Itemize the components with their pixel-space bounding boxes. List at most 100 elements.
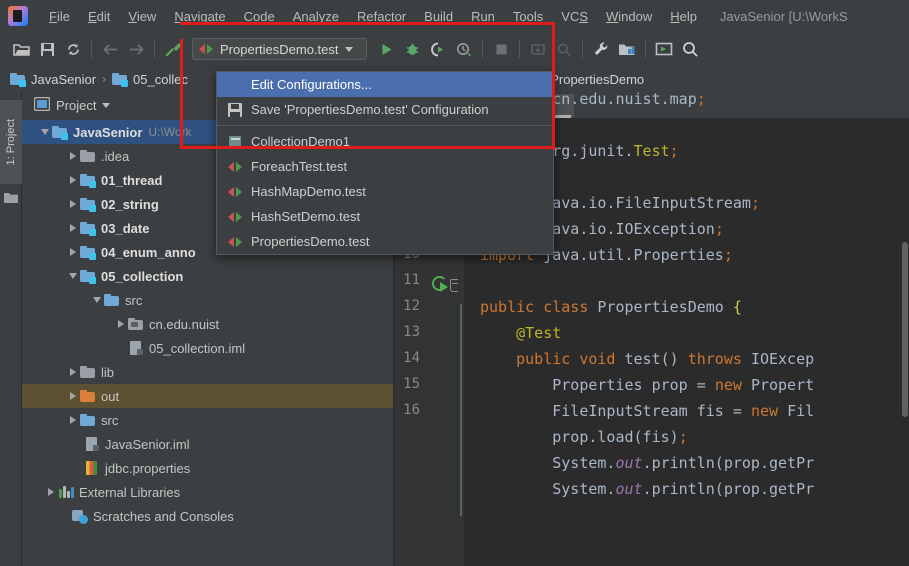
iml-file-icon	[84, 436, 100, 452]
sync-icon[interactable]	[60, 36, 86, 62]
open-folder-icon[interactable]	[8, 36, 34, 62]
menu-item-save-configuration[interactable]: Save 'PropertiesDemo.test' Configuration	[217, 97, 553, 122]
twisty-right-icon[interactable]	[66, 168, 80, 192]
search-everywhere-icon[interactable]	[677, 36, 703, 62]
update-project-icon[interactable]	[525, 36, 551, 62]
twisty-down-icon[interactable]	[38, 120, 52, 144]
tree-node-path: U:\Work	[148, 125, 192, 139]
select-in-icon[interactable]	[651, 36, 677, 62]
run-icon[interactable]	[373, 36, 399, 62]
toolbar-separator	[91, 40, 92, 58]
menu-tools[interactable]: Tools	[504, 6, 552, 27]
run-method-gutter-icon[interactable]	[432, 276, 448, 292]
toolbar-separator-3	[482, 40, 483, 58]
tree-node-package-cn-edu-nuist[interactable]: cn.edu.nuist	[22, 312, 393, 336]
twisty-right-icon[interactable]	[66, 408, 80, 432]
twisty-right-icon[interactable]	[66, 240, 80, 264]
tree-label: JavaSenior.iml	[105, 436, 190, 452]
menu-view[interactable]: View	[119, 6, 165, 27]
menu-item-edit-configurations[interactable]: Edit Configurations...	[217, 72, 553, 97]
debug-icon[interactable]	[399, 36, 425, 62]
twisty-right-icon[interactable]	[66, 144, 80, 168]
project-view-icon	[34, 97, 50, 113]
scratches-icon	[72, 508, 88, 524]
stop-icon[interactable]	[488, 36, 514, 62]
tree-node-05-collection[interactable]: 05_collection	[22, 264, 393, 288]
tree-node-scratches-and-consoles[interactable]: Scratches and Consoles	[22, 504, 393, 528]
menu-item-hashmapdemo-test[interactable]: HashMapDemo.test	[217, 179, 553, 204]
menu-item-foreachtest-test[interactable]: ForeachTest.test	[217, 154, 553, 179]
menu-item-label: HashMapDemo.test	[251, 184, 366, 199]
navigate-back-icon[interactable]	[97, 36, 123, 62]
excluded-folder-icon	[80, 388, 96, 404]
menu-vcs[interactable]: VCS	[552, 6, 597, 27]
project-structure-icon[interactable]	[614, 36, 640, 62]
tree-label: 05_collection	[101, 268, 184, 284]
line-number: 13	[403, 324, 420, 340]
tree-label: External Libraries	[79, 484, 181, 500]
line-number: 15	[403, 376, 420, 392]
run-with-coverage-icon[interactable]	[425, 36, 451, 62]
menu-analyze[interactable]: Analyze	[284, 6, 348, 27]
save-all-icon[interactable]	[34, 36, 60, 62]
tree-node-javasenior-iml[interactable]: JavaSenior.iml	[22, 432, 393, 456]
twisty-down-icon[interactable]	[66, 264, 80, 288]
tree-node-05-collection-iml[interactable]: 05_collection.iml	[22, 336, 393, 360]
tree-node-out[interactable]: out	[22, 384, 393, 408]
tree-node-jdbc-properties[interactable]: jdbc.properties	[22, 456, 393, 480]
spacer-icon	[227, 77, 243, 93]
menu-navigate[interactable]: Navigate	[165, 6, 234, 27]
breadcrumb-label: PropertiesDemo	[550, 71, 645, 87]
editor-vertical-scrollbar[interactable]	[902, 242, 908, 417]
menu-bar: File Edit View Navigate Code Analyze Ref…	[0, 0, 909, 32]
twisty-right-icon[interactable]	[44, 480, 58, 504]
menu-edit[interactable]: Edit	[79, 6, 119, 27]
breadcrumb-item-05-collection[interactable]: 05_collec	[112, 71, 188, 87]
tool-window-tab-project[interactable]: 1: Project	[0, 100, 22, 184]
menu-file[interactable]: File	[40, 6, 79, 27]
twisty-down-icon[interactable]	[90, 288, 104, 312]
tree-node-src-05[interactable]: src	[22, 288, 393, 312]
save-icon	[227, 102, 243, 118]
tree-label: lib	[101, 364, 115, 380]
junit-icon	[227, 209, 243, 225]
navigate-forward-icon[interactable]	[123, 36, 149, 62]
menu-code[interactable]: Code	[235, 6, 284, 27]
menu-item-hashsetdemo-test[interactable]: HashSetDemo.test	[217, 204, 553, 229]
tree-node-lib[interactable]: lib	[22, 360, 393, 384]
tree-node-src-root[interactable]: src	[22, 408, 393, 432]
build-hammer-icon[interactable]	[160, 36, 186, 62]
folder-icon[interactable]	[4, 192, 18, 204]
breadcrumb-label: JavaSenior	[31, 71, 97, 87]
chevron-down-icon[interactable]	[344, 46, 353, 52]
breadcrumb-item-javasenior[interactable]: JavaSenior	[10, 71, 96, 87]
twisty-right-icon[interactable]	[66, 360, 80, 384]
tree-label: 05_collection.iml	[149, 340, 246, 356]
twisty-right-icon[interactable]	[66, 384, 80, 408]
menu-build[interactable]: Build	[415, 6, 462, 27]
run-configuration-selector[interactable]: PropertiesDemo.test	[192, 38, 367, 60]
tree-node-external-libraries[interactable]: External Libraries	[22, 480, 393, 504]
menu-refactor[interactable]: Refactor	[348, 6, 415, 27]
profile-icon[interactable]	[451, 36, 477, 62]
commit-icon[interactable]	[551, 36, 577, 62]
module-folder-icon	[112, 71, 129, 87]
twisty-right-icon[interactable]	[114, 312, 128, 336]
menu-help[interactable]: Help	[661, 6, 706, 27]
tree-label: 03_date	[101, 220, 150, 236]
twisty-right-icon[interactable]	[66, 192, 80, 216]
twisty-right-icon[interactable]	[66, 216, 80, 240]
menu-window[interactable]: Window	[597, 6, 661, 27]
tree-label: 02_string	[101, 196, 159, 212]
tool-window-tab-label: 1: Project	[5, 118, 17, 166]
menu-item-collectiondemo1[interactable]: CollectionDemo1	[217, 129, 553, 154]
wrench-settings-icon[interactable]	[588, 36, 614, 62]
intellij-idea-window: File Edit View Navigate Code Analyze Ref…	[0, 0, 909, 566]
menu-item-label: Save 'PropertiesDemo.test' Configuration	[251, 102, 489, 117]
menu-run[interactable]: Run	[462, 6, 504, 27]
menu-item-propertiesdemo-test[interactable]: PropertiesDemo.test	[217, 229, 553, 254]
tree-label: src	[125, 292, 143, 308]
module-folder-icon	[80, 172, 96, 188]
tree-label: 04_enum_anno	[101, 244, 196, 260]
chevron-down-icon[interactable]	[102, 102, 111, 108]
